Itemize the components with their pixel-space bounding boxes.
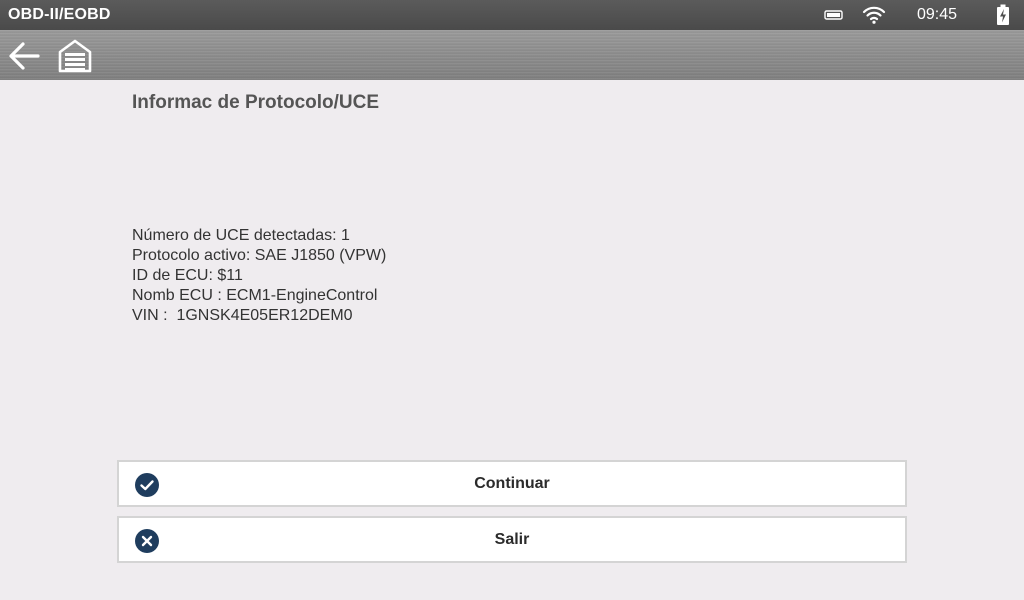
wifi-icon xyxy=(862,0,886,30)
status-bar: OBD-II/EOBD 09:45 xyxy=(0,0,1024,30)
exit-button[interactable]: Salir xyxy=(117,516,907,563)
battery-charging-icon xyxy=(996,0,1010,30)
exit-label: Salir xyxy=(494,531,530,548)
info-line-ecu-id: ID de ECU: $11 xyxy=(132,267,243,284)
protocol-info: Número de UCE detectadas: 1 Protocolo ac… xyxy=(132,226,386,326)
toolbar xyxy=(0,30,1024,80)
home-button[interactable] xyxy=(55,36,95,76)
info-line-ecu-name: Nomb ECU : ECM1-EngineControl xyxy=(132,287,378,304)
app-title: OBD-II/EOBD xyxy=(8,6,111,23)
info-line-vin: VIN : 1GNSK4E05ER12DEM0 xyxy=(132,307,353,324)
continue-button[interactable]: Continuar xyxy=(117,460,907,507)
main-content: Informac de Protocolo/UCE Número de UCE … xyxy=(0,80,1024,600)
back-button[interactable] xyxy=(4,36,44,76)
clock: 09:45 xyxy=(917,6,958,23)
info-line-ecu-count: Número de UCE detectadas: 1 xyxy=(132,227,350,244)
home-garage-icon xyxy=(57,38,93,74)
battery-small-icon xyxy=(824,0,844,30)
info-line-protocol: Protocolo activo: SAE J1850 (VPW) xyxy=(132,247,387,264)
back-arrow-icon xyxy=(6,40,42,72)
continue-label: Continuar xyxy=(474,475,550,492)
page-title: Informac de Protocolo/UCE xyxy=(132,92,380,113)
